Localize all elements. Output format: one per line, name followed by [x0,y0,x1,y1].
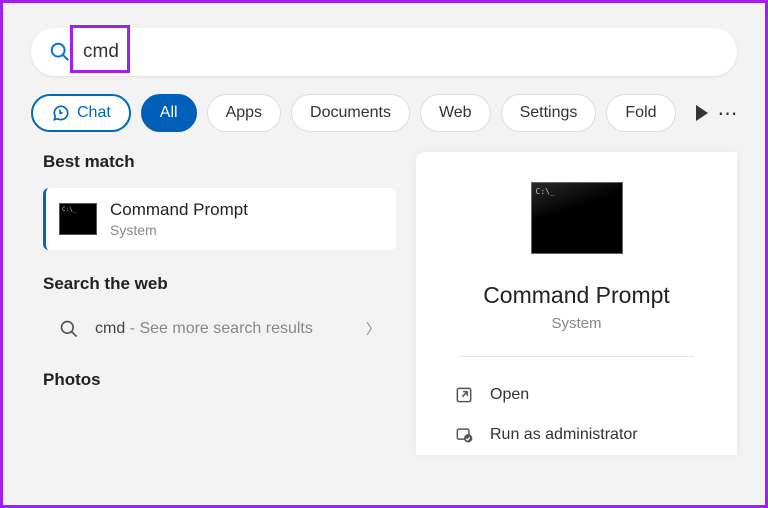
chevron-right-icon: 〉 [366,319,380,339]
web-result-text: cmd - See more search results [95,318,350,340]
search-icon [49,41,71,63]
filter-row: Chat All Apps Documents Web Settings Fol… [31,94,737,132]
shield-icon [454,425,474,445]
panel-subtitle: System [551,315,601,332]
web-search-result[interactable]: cmd - See more search results 〉 [43,310,396,348]
open-icon [454,385,474,405]
result-subtitle: System [110,222,248,238]
chat-label: Chat [77,104,111,122]
filter-settings[interactable]: Settings [501,94,597,132]
action-run-admin[interactable]: Run as administrator [448,415,705,455]
action-open-label: Open [490,386,529,404]
scroll-right-icon[interactable] [696,105,708,121]
magnifier-icon [59,319,79,339]
best-match-result[interactable]: Command Prompt System [43,188,396,250]
filter-apps[interactable]: Apps [207,94,281,132]
results-column: Best match Command Prompt System Search … [31,152,396,455]
cmd-icon-large [531,182,623,254]
result-title: Command Prompt [110,200,248,220]
preview-panel: Command Prompt System Open [416,152,737,455]
more-icon[interactable]: ⋯ [718,101,737,126]
action-open[interactable]: Open [448,375,705,415]
search-web-header: Search the web [43,274,396,294]
filter-all[interactable]: All [141,94,197,132]
panel-title: Command Prompt [483,282,670,309]
chat-pill[interactable]: Chat [31,94,131,132]
divider [459,356,694,357]
search-bar[interactable] [31,28,737,76]
action-admin-label: Run as administrator [490,426,638,444]
search-input[interactable] [83,41,719,63]
photos-header: Photos [43,370,396,390]
filter-web[interactable]: Web [420,94,491,132]
web-query: cmd [95,320,125,337]
bing-icon [51,103,71,123]
cmd-icon [60,204,96,234]
filter-documents[interactable]: Documents [291,94,410,132]
best-match-header: Best match [43,152,396,172]
web-suffix: - See more search results [125,320,313,337]
filter-folders[interactable]: Fold [606,94,675,132]
